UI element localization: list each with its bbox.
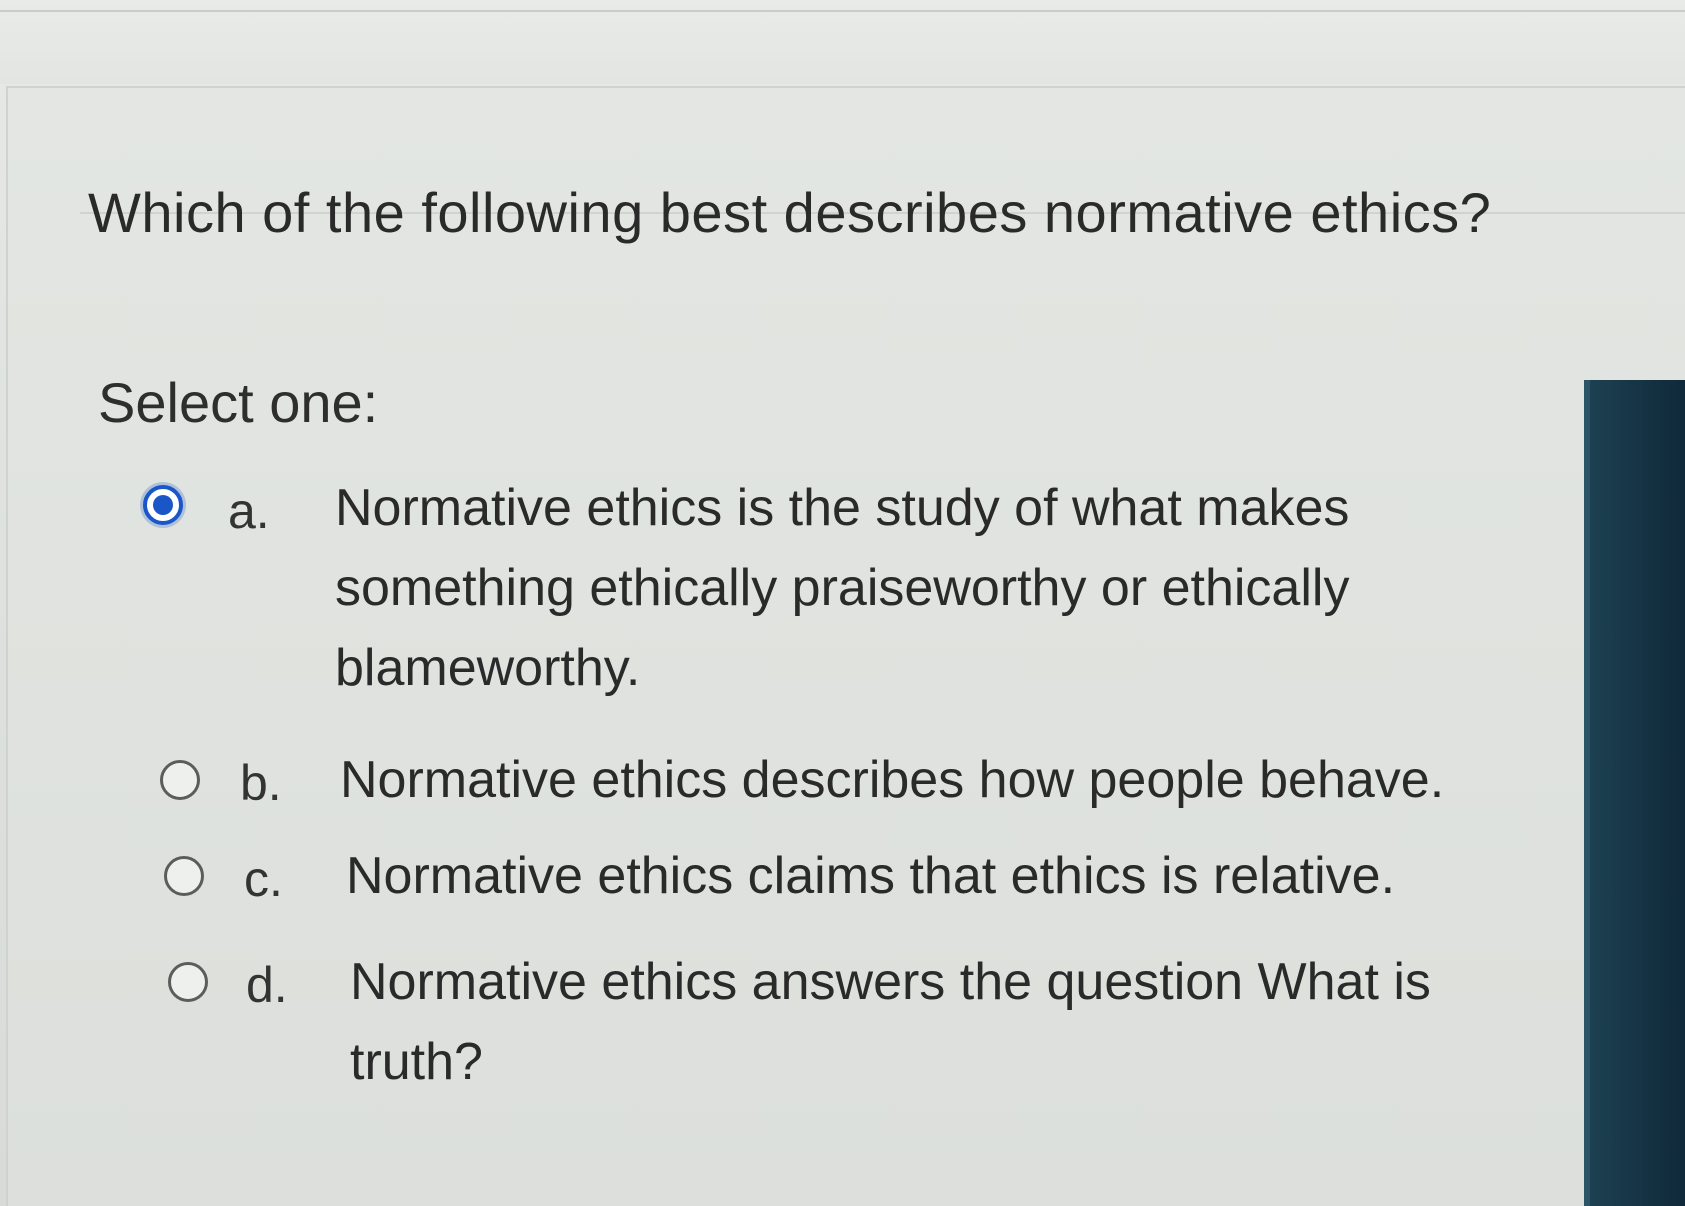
option-text-c[interactable]: Normative ethics claims that ethics is r…: [346, 836, 1566, 916]
option-text-a[interactable]: Normative ethics is the study of what ma…: [335, 468, 1495, 708]
radio-button-c[interactable]: [164, 856, 204, 896]
top-strip: [0, 0, 1685, 84]
select-prompt: Select one:: [98, 371, 379, 434]
question-text: Which of the following best describes no…: [88, 181, 1492, 244]
option-text-b[interactable]: Normative ethics describes how people be…: [340, 740, 1560, 820]
option-text-d[interactable]: Normative ethics answers the question Wh…: [350, 942, 1550, 1102]
side-panel: [1590, 380, 1685, 1206]
radio-button-b[interactable]: [160, 760, 200, 800]
option-letter-c: c.: [244, 851, 283, 907]
option-letter-a: a.: [228, 483, 270, 539]
divider: [0, 10, 1685, 12]
quiz-screen: Which of the following best describes no…: [0, 0, 1685, 1206]
option-letter-d: d.: [246, 957, 288, 1013]
radio-button-d[interactable]: [168, 962, 208, 1002]
radio-button-a[interactable]: [143, 485, 183, 525]
option-letter-b: b.: [240, 755, 282, 811]
